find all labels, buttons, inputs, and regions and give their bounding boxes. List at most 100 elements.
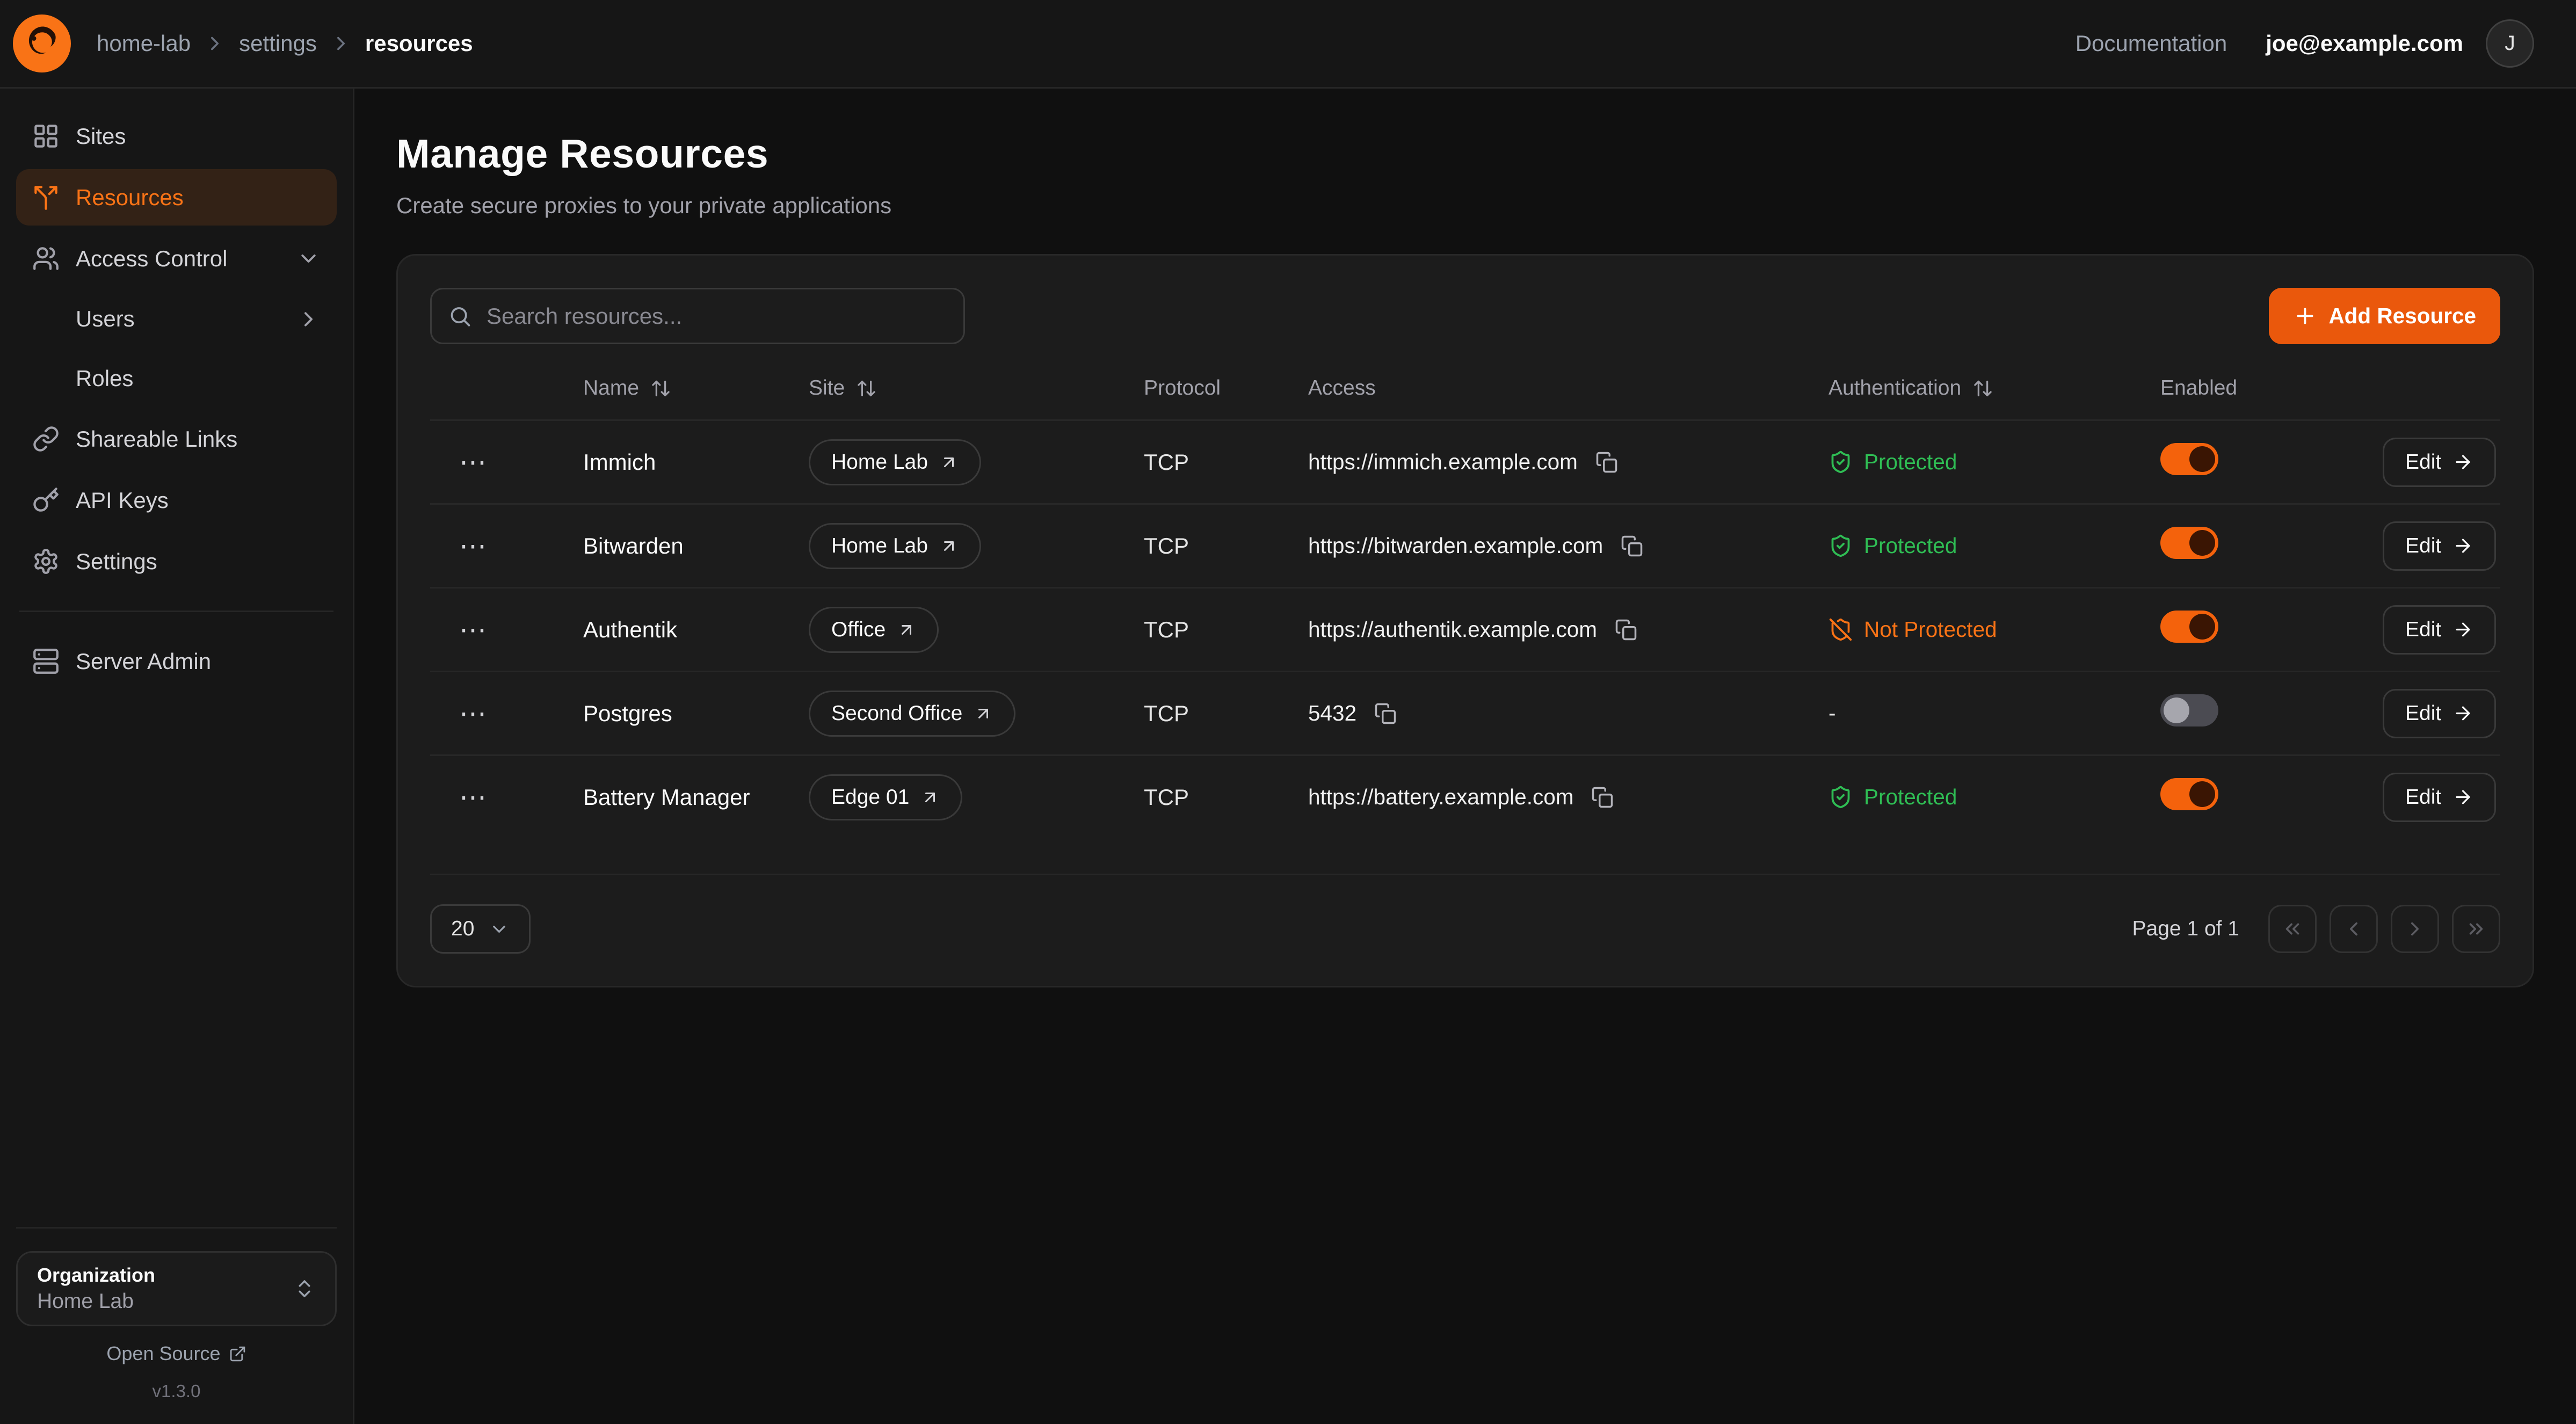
topbar-right: Documentation joe@example.com J [2076,19,2534,68]
next-page-button[interactable] [2391,905,2439,953]
breadcrumb-home-lab[interactable]: home-lab [97,31,191,56]
users-icon [32,245,60,272]
edit-button[interactable]: Edit [2383,521,2496,571]
search-input[interactable] [430,288,965,344]
protocol-value: TCP [1144,701,1308,726]
last-page-button[interactable] [2452,905,2500,953]
toggle-knob [2164,698,2189,723]
prev-page-button[interactable] [2330,905,2378,953]
chevron-right-icon [330,32,352,55]
enabled-toggle[interactable] [2160,694,2218,726]
column-header-name[interactable]: Name [583,376,809,400]
auth-label: Protected [1864,533,1957,558]
chevrons-left-icon [2281,918,2304,940]
row-menu-button[interactable]: ⋯ [449,443,496,482]
key-icon [32,486,60,514]
enabled-toggle[interactable] [2160,611,2218,643]
row-menu-button[interactable]: ⋯ [449,778,496,817]
organization-selector[interactable]: Organization Home Lab [16,1251,337,1326]
sidebar-item-roles[interactable]: Roles [16,351,337,406]
table-row: ⋯ Battery Manager Edge 01 TCP https://ba… [430,754,2500,838]
sidebar-item-label: Server Admin [76,649,211,674]
chevrons-up-down-icon [293,1277,316,1300]
external-link-icon [229,1345,246,1363]
row-menu-button[interactable]: ⋯ [449,694,496,733]
open-source-label: Open Source [106,1342,220,1365]
sidebar-item-sites[interactable]: Sites [16,108,337,164]
resource-name: Postgres [583,701,809,726]
sidebar-item-shareable-links[interactable]: Shareable Links [16,411,337,467]
site-link[interactable]: Office [809,607,939,653]
external-link-icon [920,788,940,807]
copy-button[interactable] [1612,615,1641,644]
copy-button[interactable] [1592,448,1621,477]
edit-button[interactable]: Edit [2383,438,2496,487]
external-link-icon [939,453,959,472]
sidebar-item-resources[interactable]: Resources [16,169,337,226]
copy-button[interactable] [1371,699,1400,728]
arrow-right-icon [2452,703,2473,724]
user-menu[interactable]: joe@example.com J [2266,19,2534,68]
toggle-knob [2189,530,2215,556]
copy-button[interactable] [1588,783,1617,812]
table-header-row: Name Site Protocol Access Authentication [430,376,2500,419]
documentation-link[interactable]: Documentation [2076,31,2227,56]
resources-card: Add Resource Name Site [396,254,2534,987]
add-resource-label: Add Resource [2328,303,2476,329]
enabled-toggle[interactable] [2160,527,2218,559]
column-header-access: Access [1308,376,1828,400]
site-link[interactable]: Edge 01 [809,774,962,820]
auth-label: Protected [1864,449,1957,475]
page-indicator: Page 1 of 1 [2132,917,2240,941]
edit-button[interactable]: Edit [2383,689,2496,738]
first-page-button[interactable] [2268,905,2317,953]
column-header-authentication[interactable]: Authentication [1828,376,2160,400]
copy-icon [1591,786,1614,809]
table-row: ⋯ Bitwarden Home Lab TCP https://bitward… [430,503,2500,587]
arrow-right-icon [2452,452,2473,473]
sidebar-item-users[interactable]: Users [16,292,337,346]
enabled-toggle[interactable] [2160,778,2218,810]
edit-button[interactable]: Edit [2383,605,2496,655]
shield-check-icon [1828,534,1853,558]
site-label: Office [831,618,886,642]
site-link[interactable]: Second Office [809,691,1015,737]
resource-name: Battery Manager [583,784,809,810]
table-row: ⋯ Postgres Second Office TCP 5432 - Edit [430,671,2500,754]
breadcrumb-settings[interactable]: settings [239,31,317,56]
auth-label: Protected [1864,784,1957,810]
copy-icon [1595,451,1618,474]
page-size-select[interactable]: 20 [430,904,531,954]
search-box [430,288,965,344]
row-menu-button[interactable]: ⋯ [449,527,496,565]
protocol-value: TCP [1144,784,1308,810]
resource-name: Immich [583,449,809,475]
add-resource-button[interactable]: Add Resource [2269,288,2500,344]
pagination: 20 Page 1 of 1 [430,874,2500,954]
main-content: Manage Resources Create secure proxies t… [354,89,2576,1424]
sidebar-item-server-admin[interactable]: Server Admin [16,633,337,689]
protocol-value: TCP [1144,449,1308,475]
page-size-value: 20 [451,917,474,941]
edit-button[interactable]: Edit [2383,773,2496,822]
site-link[interactable]: Home Lab [809,523,981,569]
row-menu-button[interactable]: ⋯ [449,611,496,649]
enabled-toggle[interactable] [2160,443,2218,475]
site-link[interactable]: Home Lab [809,439,981,485]
sidebar-item-api-keys[interactable]: API Keys [16,472,337,528]
site-label: Home Lab [831,534,928,558]
app-logo[interactable] [13,14,71,72]
sidebar-item-settings[interactable]: Settings [16,533,337,590]
toggle-knob [2189,446,2215,472]
open-source-link[interactable]: Open Source [16,1342,337,1365]
column-header-site[interactable]: Site [809,376,1144,400]
sidebar-nav: Sites Resources Access Control Users Rol… [16,108,337,689]
shield-off-icon [1828,617,1853,642]
chevron-down-icon [296,246,321,271]
chevrons-right-icon [2465,918,2487,940]
sidebar-item-access-control[interactable]: Access Control [16,230,337,287]
shield-check-icon [1828,785,1853,809]
toggle-knob [2189,781,2215,807]
copy-button[interactable] [1617,532,1646,561]
table-row: ⋯ Immich Home Lab TCP https://immich.exa… [430,419,2500,503]
